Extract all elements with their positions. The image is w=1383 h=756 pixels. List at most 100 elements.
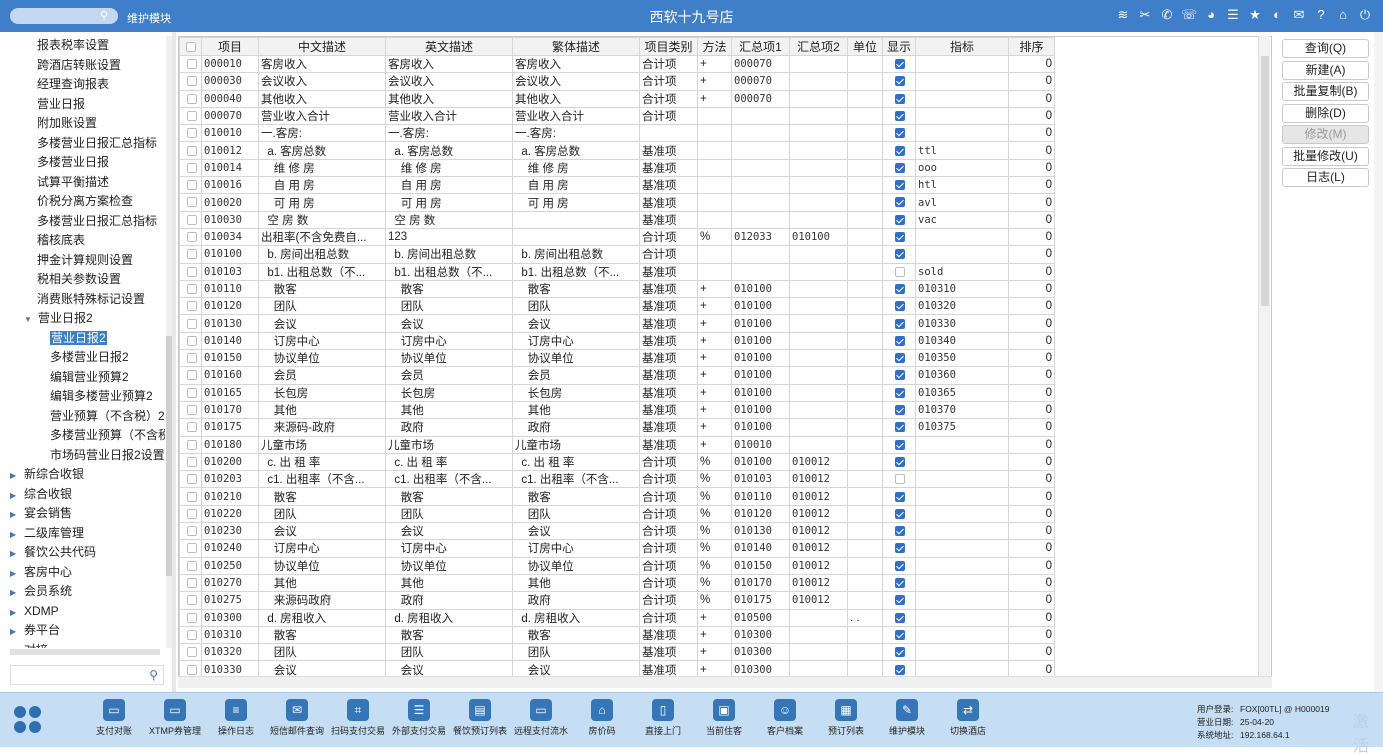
table-cell[interactable] — [915, 608, 1009, 627]
row-select-cell[interactable] — [179, 435, 202, 454]
table-cell[interactable]: b. 房间出租总数 — [385, 245, 513, 264]
table-cell[interactable]: 基准项 — [639, 141, 698, 160]
table-row[interactable]: 010010 一.客房: 一.客房: 一.客房: 0 — [179, 124, 1055, 143]
table-cell[interactable]: 会员 — [258, 366, 386, 385]
dock-item[interactable]: ☺ 客户档案 — [759, 699, 811, 737]
display-checkbox[interactable] — [895, 197, 905, 208]
table-cell[interactable] — [915, 452, 1009, 472]
dock-item-icon[interactable]: ▭ — [103, 699, 125, 721]
row-select-cell[interactable] — [179, 245, 202, 264]
row-select-cell[interactable] — [179, 124, 202, 143]
table-row[interactable]: 010165 长包房 长包房 长包房 基准项 +010100 010365 0 — [179, 383, 1055, 402]
table-cell[interactable]: 010150 — [201, 349, 259, 368]
table-cell[interactable] — [789, 72, 848, 91]
table-cell[interactable]: % — [697, 504, 732, 524]
table-cell[interactable]: 基准项 — [639, 643, 698, 662]
table-cell[interactable] — [847, 158, 883, 178]
table-cell[interactable]: % — [697, 227, 732, 247]
table-cell[interactable]: % — [697, 539, 732, 558]
row-select-cell[interactable] — [179, 608, 202, 627]
column-header[interactable]: 中文描述 — [258, 37, 386, 56]
table-cell[interactable]: 012033 — [731, 227, 790, 247]
table-cell[interactable]: 维 修 房 — [512, 158, 640, 178]
collapsed-arrow-icon[interactable]: ▶ — [10, 603, 24, 623]
table-cell[interactable]: + — [697, 608, 732, 627]
table-cell[interactable]: 其他 — [512, 573, 640, 593]
table-cell[interactable]: d. 房租收入 — [385, 608, 513, 627]
row-select-cell[interactable] — [179, 106, 202, 126]
row-checkbox[interactable] — [186, 145, 197, 156]
table-cell[interactable]: % — [697, 522, 732, 541]
table-cell[interactable]: 0 — [1008, 54, 1055, 74]
table-cell[interactable] — [789, 176, 848, 195]
table-cell[interactable]: 其他 — [385, 400, 513, 420]
moon-icon[interactable]: ◐ — [1269, 7, 1285, 23]
table-cell[interactable]: 团队 — [512, 643, 640, 662]
table-cell[interactable]: 自 用 房 — [512, 176, 640, 195]
table-cell[interactable]: 0 — [1008, 643, 1055, 662]
table-cell[interactable]: 000070 — [201, 106, 259, 126]
display-flag-cell[interactable] — [882, 227, 916, 247]
dock-item[interactable]: ▦ 预订列表 — [820, 699, 872, 737]
help-icon[interactable]: ? — [1313, 7, 1329, 23]
dock-item[interactable]: ▣ 当前住客 — [698, 699, 750, 737]
action-button[interactable]: 修改(M) — [1282, 125, 1369, 144]
collapsed-arrow-icon[interactable]: ▶ — [10, 564, 24, 584]
table-cell[interactable]: 政府 — [512, 418, 640, 437]
action-button[interactable]: 新建(A) — [1282, 60, 1369, 80]
table-cell[interactable] — [789, 608, 848, 627]
column-header[interactable]: 排序 — [1008, 37, 1055, 56]
row-select-cell[interactable] — [179, 193, 202, 212]
table-cell[interactable] — [847, 72, 883, 91]
table-cell[interactable]: 合计项 — [639, 522, 698, 541]
table-cell[interactable] — [731, 210, 790, 229]
table-row[interactable]: 010150 协议单位 协议单位 协议单位 基准项 +010100 010350 0 — [179, 349, 1055, 368]
table-cell[interactable]: b1. 出租总数（不... — [258, 262, 386, 281]
table-cell[interactable] — [915, 522, 1009, 541]
table-cell[interactable] — [847, 418, 883, 437]
table-cell[interactable]: 010310 — [915, 279, 1009, 299]
table-cell[interactable]: 散客 — [385, 625, 513, 645]
table-cell[interactable]: 0 — [1008, 504, 1055, 524]
table-cell[interactable]: 0 — [1008, 452, 1055, 472]
table-cell[interactable] — [789, 106, 848, 126]
table-cell[interactable]: 010360 — [915, 366, 1009, 385]
table-cell[interactable]: 基准项 — [639, 383, 698, 402]
table-cell[interactable]: 010110 — [731, 487, 790, 506]
display-checkbox[interactable] — [895, 629, 905, 640]
table-cell[interactable]: 会议 — [258, 522, 386, 541]
display-checkbox[interactable] — [895, 474, 905, 485]
display-flag-cell[interactable] — [882, 504, 916, 524]
table-cell[interactable]: + — [697, 331, 732, 351]
table-cell[interactable]: + — [697, 314, 732, 333]
display-flag-cell[interactable] — [882, 124, 916, 143]
table-cell[interactable] — [789, 418, 848, 437]
sidebar-item[interactable]: ▶ 券平台 — [0, 621, 165, 641]
row-checkbox[interactable] — [186, 526, 197, 537]
table-cell[interactable] — [789, 400, 848, 420]
table-cell[interactable]: 合计项 — [639, 591, 698, 610]
sidebar-item[interactable]: 编辑多楼营业预算2 — [0, 387, 165, 407]
row-select-cell[interactable] — [179, 262, 202, 281]
table-cell[interactable]: 政府 — [512, 591, 640, 610]
table-cell[interactable]: 010250 — [201, 556, 259, 575]
table-cell[interactable]: + — [697, 366, 732, 385]
table-cell[interactable]: 0 — [1008, 210, 1055, 229]
dock-item-icon[interactable]: ▦ — [835, 699, 857, 721]
table-cell[interactable]: 合计项 — [639, 72, 698, 91]
table-cell[interactable]: 0 — [1008, 279, 1055, 299]
table-row[interactable]: 010160 会员 会员 会员 基准项 +010100 010360 0 — [179, 366, 1055, 385]
table-cell[interactable]: 010120 — [201, 297, 259, 316]
dock-item-icon[interactable]: ≡ — [225, 699, 247, 721]
table-cell[interactable] — [789, 279, 848, 299]
table-cell[interactable]: 合计项 — [639, 487, 698, 506]
table-cell[interactable]: 010012 — [201, 141, 259, 160]
display-checkbox[interactable] — [895, 456, 905, 467]
table-cell[interactable]: 000070 — [731, 72, 790, 91]
row-checkbox[interactable] — [186, 197, 197, 208]
display-checkbox[interactable] — [895, 76, 905, 87]
row-checkbox[interactable] — [186, 301, 197, 312]
table-cell[interactable]: + — [697, 54, 732, 74]
table-cell[interactable] — [847, 539, 883, 558]
table-cell[interactable]: 0 — [1008, 487, 1055, 506]
